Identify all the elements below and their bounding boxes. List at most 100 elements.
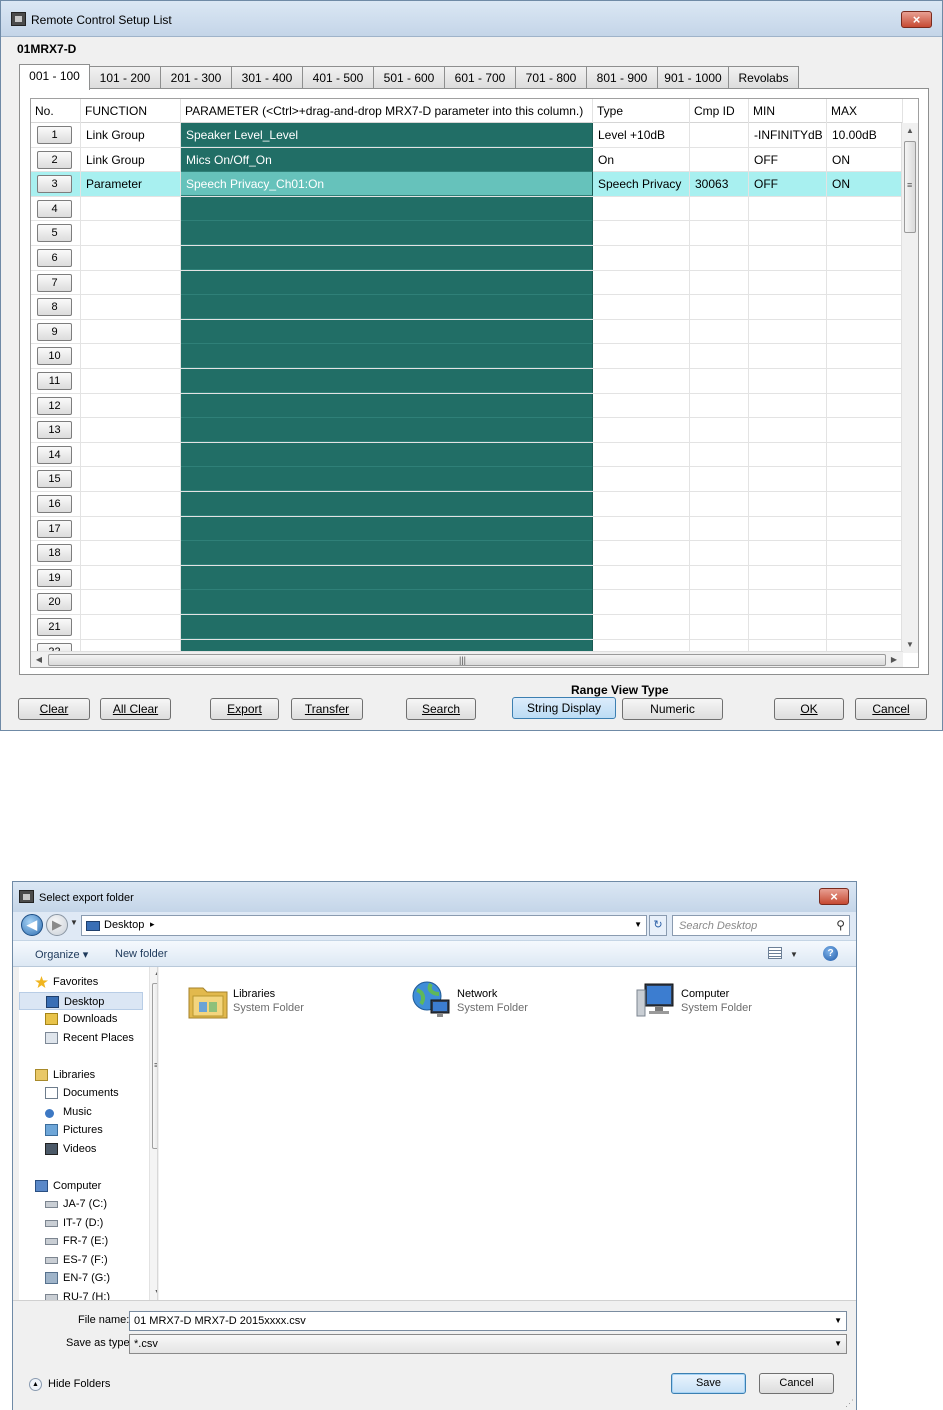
cmp-cell[interactable]	[690, 565, 749, 590]
parameter-cell[interactable]	[181, 221, 593, 246]
scroll-up-arrow-icon[interactable]: ▲	[902, 123, 918, 139]
parameter-cell[interactable]: Speaker Level_Level	[181, 123, 593, 147]
table-row[interactable]: 4	[31, 196, 903, 222]
min-cell[interactable]	[749, 492, 827, 516]
parameter-cell[interactable]	[181, 295, 593, 320]
folder-item-network[interactable]: Network System Folder	[403, 972, 603, 1020]
max-cell[interactable]	[827, 246, 903, 270]
max-cell[interactable]	[827, 196, 903, 221]
type-cell[interactable]	[593, 295, 690, 320]
row-number-button[interactable]: 4	[37, 199, 72, 218]
row-number-cell[interactable]: 1	[31, 123, 81, 147]
min-cell[interactable]	[749, 590, 827, 615]
row-number-button[interactable]: 8	[37, 298, 72, 317]
table-row[interactable]: 7	[31, 270, 903, 296]
scroll-down-arrow-icon[interactable]: ▼	[150, 1286, 157, 1300]
row-number-button[interactable]: 7	[37, 273, 72, 292]
max-cell[interactable]	[827, 492, 903, 516]
scroll-right-arrow-icon[interactable]: ▶	[886, 652, 902, 667]
row-number-button[interactable]: 6	[37, 249, 72, 267]
nav-item-ru-7-h[interactable]: RU-7 (H:)	[19, 1288, 143, 1300]
nav-item-music[interactable]: Music	[19, 1103, 143, 1121]
row-number-cell[interactable]: 7	[31, 270, 81, 295]
row-number-cell[interactable]: 18	[31, 541, 81, 566]
table-row[interactable]: 5	[31, 221, 903, 246]
row-number-button[interactable]: 14	[37, 445, 72, 464]
string-display-button[interactable]: String Display	[512, 697, 616, 719]
type-cell[interactable]	[593, 590, 690, 615]
parameter-cell[interactable]	[181, 393, 593, 418]
min-cell[interactable]	[749, 295, 827, 320]
max-cell[interactable]	[827, 442, 903, 467]
tab-601-700[interactable]: 601 - 700	[444, 66, 516, 89]
no-column-header[interactable]: No.	[31, 99, 81, 123]
close-button[interactable]: ×	[901, 11, 932, 28]
view-dropdown-icon[interactable]: ▼	[790, 950, 798, 959]
max-cell[interactable]	[827, 221, 903, 246]
min-cell[interactable]	[749, 344, 827, 369]
transfer-button[interactable]: Transfer	[291, 698, 363, 720]
function-column-header[interactable]: FUNCTION	[81, 99, 181, 123]
type-cell[interactable]	[593, 221, 690, 246]
function-cell[interactable]	[81, 393, 181, 418]
row-number-cell[interactable]: 12	[31, 393, 81, 418]
function-cell[interactable]	[81, 467, 181, 492]
vertical-scrollbar[interactable]: ▲ ≡ ▼	[901, 123, 918, 653]
cmp-cell[interactable]	[690, 393, 749, 418]
parameter-cell[interactable]	[181, 467, 593, 492]
row-number-cell[interactable]: 15	[31, 467, 81, 492]
parameter-cell[interactable]	[181, 369, 593, 393]
row-number-cell[interactable]: 16	[31, 492, 81, 516]
function-cell[interactable]: Link Group	[81, 123, 181, 147]
row-number-cell[interactable]: 10	[31, 344, 81, 369]
row-number-cell[interactable]: 6	[31, 246, 81, 270]
save-button[interactable]: Save	[671, 1373, 746, 1394]
row-number-cell[interactable]: 5	[31, 221, 81, 246]
type-cell[interactable]	[593, 246, 690, 270]
nav-item-es-7-f[interactable]: ES-7 (F:)	[19, 1251, 143, 1269]
row-number-cell[interactable]: 3	[31, 172, 81, 197]
parameter-column-header[interactable]: PARAMETER (<Ctrl>+drag-and-drop MRX7-D p…	[181, 99, 593, 123]
type-cell[interactable]	[593, 492, 690, 516]
tab-401-500[interactable]: 401 - 500	[302, 66, 374, 89]
max-cell[interactable]: ON	[827, 147, 903, 172]
table-row[interactable]: 3 Parameter Speech Privacy_Ch01:On Speech P…	[31, 172, 903, 197]
view-options-icon[interactable]	[768, 947, 782, 959]
nav-item-fr-7-e[interactable]: FR-7 (E:)	[19, 1232, 143, 1250]
row-number-cell[interactable]: 9	[31, 319, 81, 344]
parameter-cell[interactable]	[181, 246, 593, 270]
cmp-cell[interactable]	[690, 418, 749, 443]
min-cell[interactable]: -INFINITYdB	[749, 123, 827, 147]
row-number-cell[interactable]: 13	[31, 418, 81, 443]
function-cell[interactable]	[81, 344, 181, 369]
nav-item-favorites[interactable]: Favorites	[19, 973, 143, 991]
type-cell[interactable]	[593, 615, 690, 639]
tab-901-1000[interactable]: 901 - 1000	[657, 66, 729, 89]
address-bar[interactable]: Desktop ▸ ▼	[81, 915, 647, 936]
ok-button[interactable]: OK	[774, 698, 844, 720]
row-number-cell[interactable]: 17	[31, 516, 81, 541]
parameter-cell[interactable]	[181, 344, 593, 369]
row-number-cell[interactable]: 8	[31, 295, 81, 320]
function-cell[interactable]	[81, 492, 181, 516]
row-number-cell[interactable]: 11	[31, 369, 81, 393]
type-cell[interactable]: Speech Privacy	[593, 172, 690, 197]
parameter-cell[interactable]	[181, 615, 593, 639]
function-cell[interactable]	[81, 270, 181, 295]
tab-801-900[interactable]: 801 - 900	[586, 66, 658, 89]
refresh-icon[interactable]: ↻	[649, 915, 667, 936]
row-number-button[interactable]: 5	[37, 224, 72, 243]
tab-501-600[interactable]: 501 - 600	[373, 66, 445, 89]
min-cell[interactable]	[749, 516, 827, 541]
title-bar[interactable]: Remote Control Setup List ×	[1, 1, 942, 37]
table-row[interactable]: 11	[31, 369, 903, 394]
table-row[interactable]: 19	[31, 565, 903, 591]
function-cell[interactable]	[81, 418, 181, 443]
max-cell[interactable]	[827, 270, 903, 295]
parameter-cell[interactable]	[181, 196, 593, 221]
row-number-button[interactable]: 20	[37, 593, 72, 612]
table-row[interactable]: 13	[31, 418, 903, 443]
cmp-cell[interactable]	[690, 369, 749, 393]
max-cell[interactable]	[827, 516, 903, 541]
search-icon[interactable]: ⚲	[836, 918, 845, 932]
